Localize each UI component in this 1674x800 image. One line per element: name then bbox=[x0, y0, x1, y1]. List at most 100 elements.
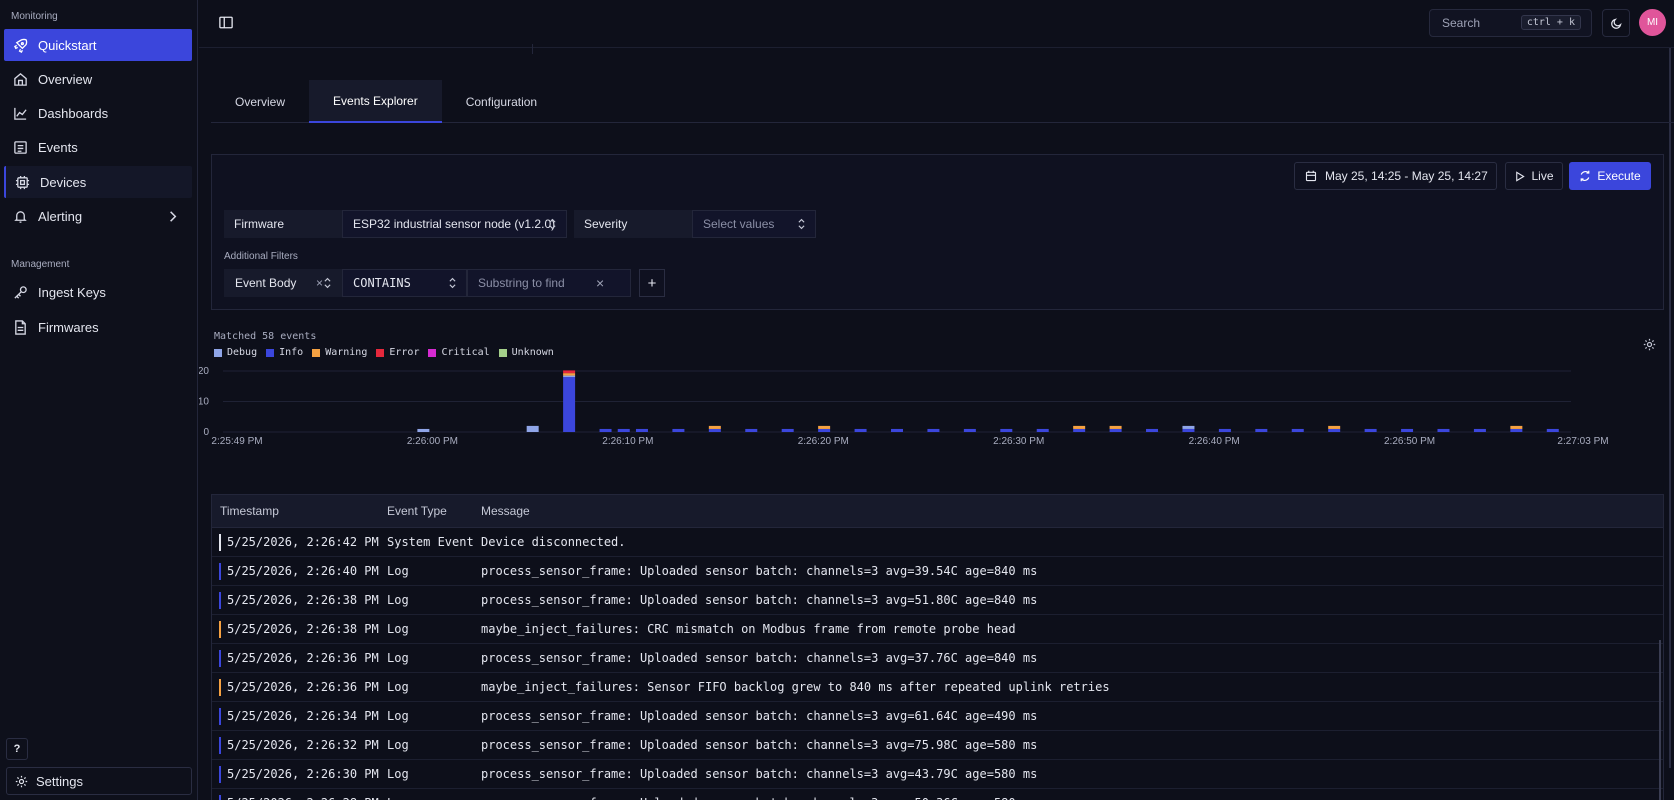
substring-input[interactable]: Substring to find × bbox=[467, 269, 631, 297]
table-row[interactable]: 5/25/2026, 2:26:32 PM Log process_sensor_f… bbox=[212, 731, 1663, 760]
bar-segment-warning bbox=[708, 425, 721, 429]
bar-segment-info bbox=[927, 428, 940, 432]
legend-item-error[interactable]: Error bbox=[376, 347, 419, 358]
cell-event-type: System Event bbox=[387, 535, 474, 549]
matched-events-count: Matched 58 events bbox=[214, 331, 317, 342]
sidebar-item-label: Dashboards bbox=[38, 105, 109, 121]
gear-icon bbox=[15, 775, 28, 787]
bar-segment-warning bbox=[818, 425, 831, 429]
sidebar-toggle-icon[interactable] bbox=[219, 16, 233, 29]
bar-segment-info bbox=[1364, 428, 1377, 432]
filter-field-select[interactable]: Event Body × bbox=[224, 269, 342, 297]
firmware-value: ESP32 industrial sensor node (v1.2.0) bbox=[353, 217, 556, 231]
chart-settings-icon[interactable] bbox=[1643, 338, 1656, 351]
column-header-message[interactable]: Message bbox=[481, 504, 1663, 518]
severity-indicator bbox=[219, 708, 221, 725]
sidebar-item-dashboards[interactable]: Dashboards bbox=[4, 97, 192, 129]
clear-substring-icon[interactable]: × bbox=[596, 275, 604, 291]
sidebar-item-alerting[interactable]: Alerting bbox=[4, 200, 192, 232]
select-caret-icon bbox=[324, 277, 331, 289]
bar-segment-info bbox=[891, 428, 903, 432]
live-label: Live bbox=[1531, 169, 1554, 183]
bar-segment-info bbox=[1328, 428, 1341, 432]
date-range-label: May 25, 14:25 - May 25, 14:27 bbox=[1325, 169, 1488, 183]
add-filter-button[interactable]: + bbox=[639, 269, 665, 297]
settings-button[interactable]: Settings bbox=[6, 767, 192, 795]
legend-item-unknown[interactable]: Unknown bbox=[498, 347, 554, 358]
x-tick-label: 2:25:49 PM bbox=[211, 436, 262, 447]
table-row[interactable]: 5/25/2026, 2:26:42 PM System Event Device … bbox=[212, 528, 1663, 557]
legend-item-info[interactable]: Info bbox=[266, 347, 303, 358]
date-range-button[interactable]: May 25, 14:25 - May 25, 14:27 bbox=[1294, 162, 1497, 190]
bar-segment-debug bbox=[563, 375, 576, 378]
execute-button[interactable]: Execute bbox=[1569, 162, 1651, 190]
table-row[interactable]: 5/25/2026, 2:26:30 PM Log process_sensor_f… bbox=[212, 760, 1663, 789]
table-row[interactable]: 5/25/2026, 2:26:36 PM Log maybe_inject_fai… bbox=[212, 673, 1663, 702]
cell-event-type: Log bbox=[387, 738, 409, 752]
bar-segment-info bbox=[1036, 428, 1049, 432]
cell-event-type: Log bbox=[387, 622, 409, 636]
sidebar-item-firmwares[interactable]: Firmwares bbox=[4, 311, 192, 343]
column-header-event-type[interactable]: Event Type bbox=[387, 504, 481, 518]
sidebar-item-events[interactable]: Events bbox=[4, 131, 192, 163]
page-scrollbar[interactable] bbox=[1669, 48, 1671, 768]
additional-filters-label: Additional Filters bbox=[224, 251, 298, 262]
filter-operator-value: CONTAINS bbox=[353, 276, 411, 290]
cell-message: process_sensor_frame: Uploaded sensor ba… bbox=[481, 767, 1038, 781]
sidebar-item-label: Alerting bbox=[38, 208, 83, 224]
bar-segment-info bbox=[1291, 428, 1304, 432]
bar-segment-info bbox=[1401, 428, 1414, 432]
live-button[interactable]: Live bbox=[1505, 162, 1563, 190]
y-tick-label: 10 bbox=[199, 397, 209, 408]
sidebar-item-quickstart[interactable]: Quickstart bbox=[4, 29, 192, 61]
table-row[interactable]: 5/25/2026, 2:26:36 PM Log process_sensor_f… bbox=[212, 644, 1663, 673]
sidebar-item-overview[interactable]: Overview bbox=[4, 63, 192, 95]
tab-configuration[interactable]: Configuration bbox=[442, 80, 561, 123]
legend-swatch bbox=[312, 348, 321, 357]
severity-indicator bbox=[219, 592, 221, 609]
bar-segment-info bbox=[635, 428, 648, 432]
bar-segment-error bbox=[563, 370, 576, 374]
theme-toggle-button[interactable] bbox=[1602, 9, 1630, 37]
table-row[interactable]: 5/25/2026, 2:26:28 PMLogprocess_sensor_f… bbox=[212, 789, 1663, 800]
sidebar-item-devices[interactable]: Devices bbox=[4, 166, 192, 198]
severity-select[interactable]: Select values bbox=[692, 210, 816, 238]
tab-overview[interactable]: Overview bbox=[211, 80, 309, 123]
bar-segment-info bbox=[672, 428, 685, 432]
legend-label: Unknown bbox=[511, 347, 554, 358]
avatar[interactable]: MI bbox=[1639, 9, 1666, 36]
legend-item-critical[interactable]: Critical bbox=[428, 347, 490, 358]
bar-segment-info bbox=[745, 428, 758, 432]
clear-icon[interactable]: × bbox=[316, 276, 323, 290]
cell-timestamp: 5/25/2026, 2:26:34 PM bbox=[227, 709, 379, 723]
cell-event-type: Log bbox=[387, 564, 409, 578]
x-tick-label: 2:26:00 PM bbox=[407, 436, 458, 447]
bar-segment-info bbox=[818, 428, 831, 432]
table-row[interactable]: 5/25/2026, 2:26:40 PM Log process_sensor_f… bbox=[212, 557, 1663, 586]
column-header-timestamp[interactable]: Timestamp bbox=[212, 504, 387, 518]
filter-field-value: Event Body bbox=[235, 276, 297, 290]
sidebar-item-ingest-keys[interactable]: Ingest Keys bbox=[4, 276, 192, 308]
search-input[interactable]: Search ctrl + k bbox=[1429, 9, 1592, 37]
x-tick-label: 2:26:40 PM bbox=[1189, 436, 1240, 447]
select-caret-icon bbox=[549, 218, 556, 230]
table-row[interactable]: 5/25/2026, 2:26:38 PM Log process_sensor_f… bbox=[212, 586, 1663, 615]
table-row[interactable]: 5/25/2026, 2:26:38 PM Log maybe_inject_fai… bbox=[212, 615, 1663, 644]
bar-segment-warning bbox=[1073, 425, 1086, 429]
cell-timestamp: 5/25/2026, 2:26:30 PM bbox=[227, 767, 379, 781]
table-row[interactable]: 5/25/2026, 2:26:34 PM Log process_sensor_f… bbox=[212, 702, 1663, 731]
bar-segment-info bbox=[1182, 428, 1195, 432]
tab-events-explorer[interactable]: Events Explorer bbox=[309, 80, 442, 123]
cell-timestamp: 5/25/2026, 2:26:40 PM bbox=[227, 564, 379, 578]
sidebar: Monitoring Quickstart Overview Dashboard… bbox=[0, 0, 198, 800]
legend-item-warning[interactable]: Warning bbox=[312, 347, 367, 358]
help-button[interactable]: ? bbox=[6, 738, 28, 760]
severity-label: Severity bbox=[574, 210, 692, 238]
table-scrollbar[interactable] bbox=[1659, 640, 1661, 800]
chart-line-icon bbox=[14, 107, 27, 120]
firmware-select[interactable]: ESP32 industrial sensor node (v1.2.0) bbox=[342, 210, 567, 238]
filter-operator-select[interactable]: CONTAINS bbox=[342, 269, 467, 297]
select-caret-icon bbox=[449, 277, 456, 289]
filter-panel: May 25, 14:25 - May 25, 14:27 Live Execu… bbox=[211, 154, 1664, 310]
legend-item-debug[interactable]: Debug bbox=[214, 347, 257, 358]
